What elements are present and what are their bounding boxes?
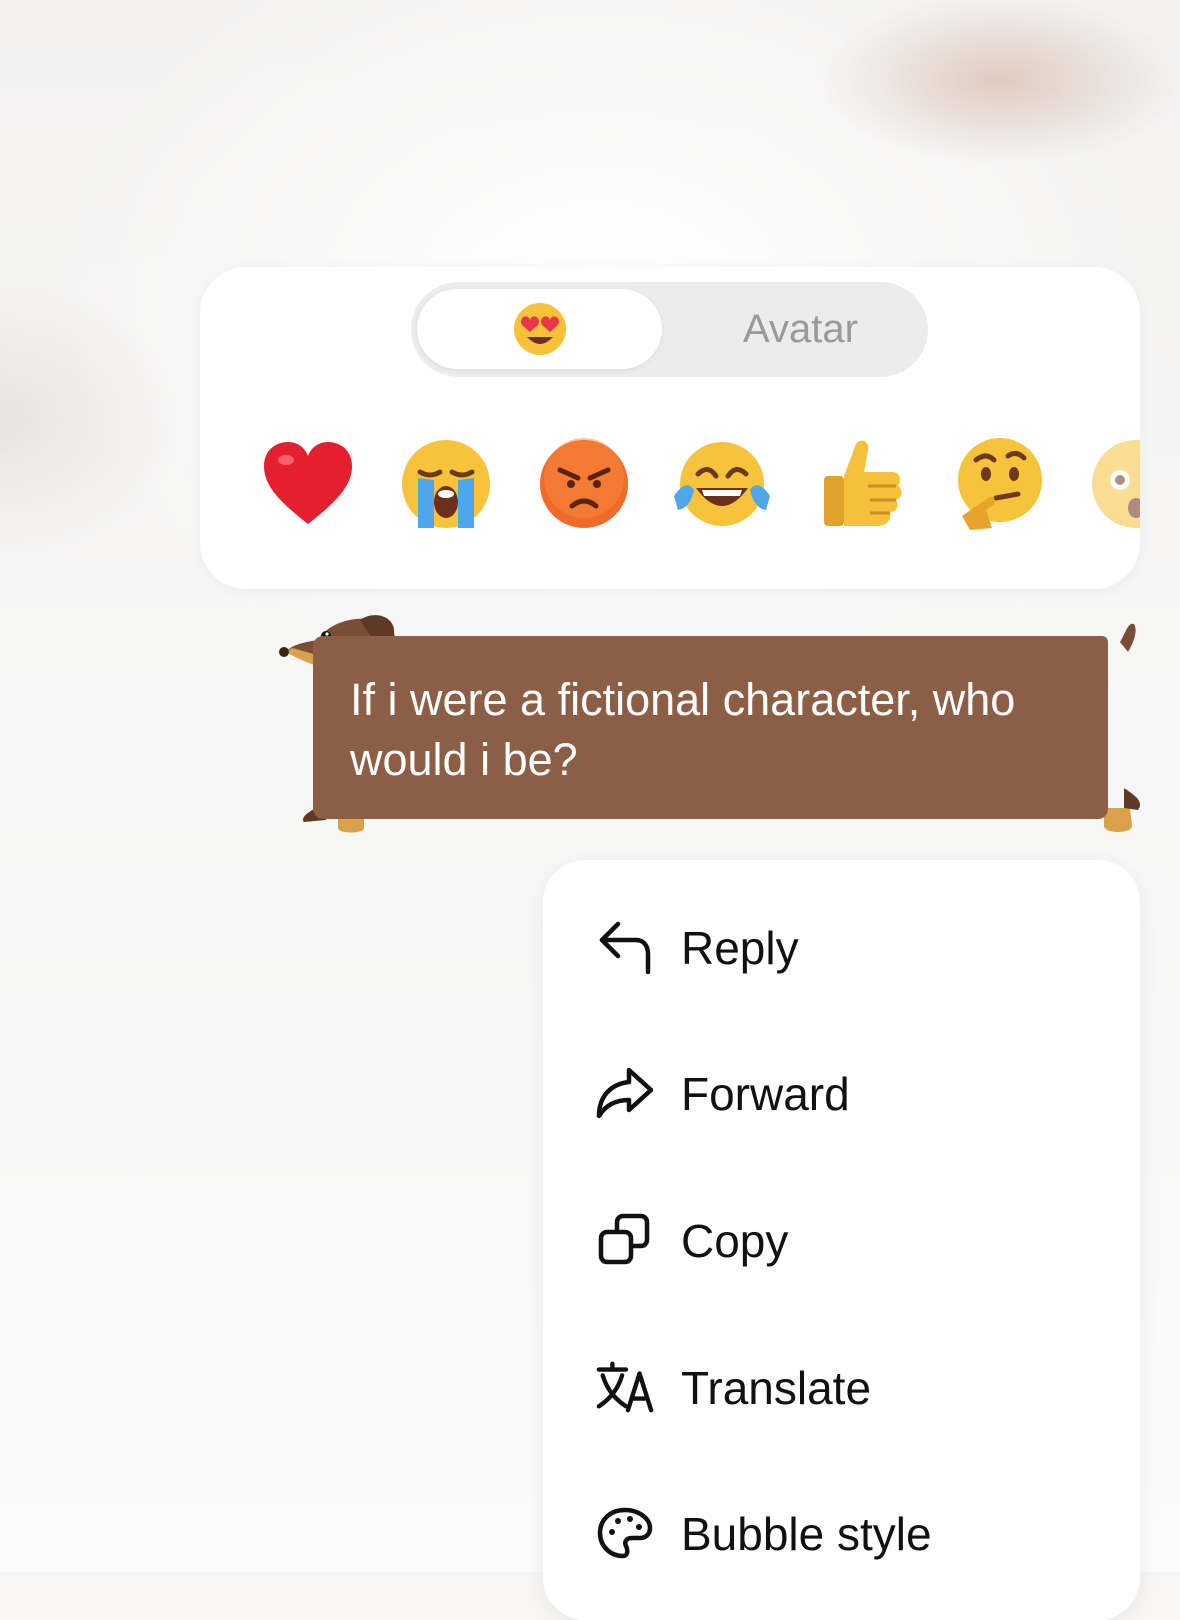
thumbs-up-icon — [824, 440, 902, 526]
loudly-crying-face-icon — [402, 440, 490, 528]
emoji-tab[interactable] — [417, 289, 662, 369]
translate-menu-item[interactable]: Translate — [543, 1330, 1140, 1440]
forward-menu-item[interactable]: Forward — [543, 1036, 1140, 1146]
forward-label: Forward — [681, 1068, 850, 1120]
red-heart-icon — [264, 442, 352, 524]
bubble-style-label: Bubble style — [681, 1508, 932, 1560]
emoji-row — [258, 434, 1140, 534]
message-text: If i were a fictional character, who wou… — [350, 674, 1016, 785]
reply-icon — [595, 917, 655, 977]
astonished-emoji[interactable] — [1086, 434, 1140, 534]
thinking-emoji[interactable] — [948, 434, 1048, 534]
reaction-panel: Avatar — [200, 267, 1140, 589]
angry-emoji[interactable] — [534, 434, 634, 534]
copy-menu-item[interactable]: Copy — [543, 1183, 1140, 1293]
message-bubble[interactable]: If i were a fictional character, who wou… — [278, 612, 1144, 837]
palette-icon — [595, 1503, 655, 1563]
thinking-face-icon — [958, 438, 1042, 530]
copy-icon — [595, 1210, 655, 1270]
tears-of-joy-emoji[interactable] — [672, 434, 772, 534]
forward-icon — [595, 1063, 655, 1123]
loudly-crying-emoji[interactable] — [396, 434, 496, 534]
astonished-face-icon — [1092, 440, 1140, 528]
face-with-tears-of-joy-icon — [674, 442, 770, 526]
message-context-menu: Reply Forward Copy Translate Bubble styl… — [543, 860, 1140, 1620]
copy-label: Copy — [681, 1215, 789, 1267]
avatar-tab[interactable]: Avatar — [673, 282, 928, 377]
reaction-type-switch: Avatar — [411, 282, 928, 377]
translate-label: Translate — [681, 1362, 872, 1414]
translate-icon — [595, 1357, 655, 1417]
reply-label: Reply — [681, 922, 799, 974]
message-bubble-body: If i were a fictional character, who wou… — [313, 636, 1108, 819]
thumbs-up-emoji[interactable] — [810, 434, 910, 534]
heart-eyes-emoji-icon — [513, 303, 566, 355]
angry-face-icon — [540, 438, 628, 528]
bubble-style-menu-item[interactable]: Bubble style — [543, 1476, 1140, 1586]
red-heart-emoji[interactable] — [258, 434, 358, 534]
reply-menu-item[interactable]: Reply — [543, 890, 1140, 1000]
